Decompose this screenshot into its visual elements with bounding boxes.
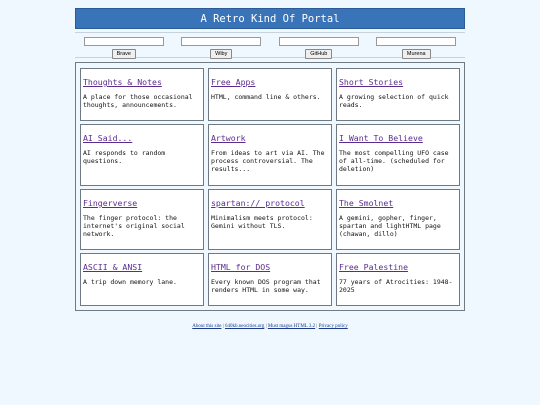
card-title-link[interactable]: ASCII & ANSI xyxy=(83,262,201,272)
card-title-link[interactable]: Fingerverse xyxy=(83,198,201,208)
card-title-link[interactable]: I Want To Believe xyxy=(339,133,457,143)
search-github: GitHub xyxy=(278,33,359,59)
card-title-link[interactable]: Short Stories xyxy=(339,77,457,87)
card-title-link[interactable]: Thoughts & Notes xyxy=(83,77,201,87)
card-description: The most compelling UFO case of all-time… xyxy=(339,149,449,174)
card-title-link[interactable]: spartan:// protocol xyxy=(211,198,329,208)
card-description: A place for those occasional thoughts, a… xyxy=(83,93,193,110)
card-description: Every known DOS program that renders HTM… xyxy=(211,278,321,295)
card-fingerverse: Fingerverse The finger protocol: the int… xyxy=(80,189,204,250)
page-footer: About this site | 640kb.neocities.org | … xyxy=(0,324,540,329)
card-title-link[interactable]: HTML for DOS xyxy=(211,262,329,272)
search-bar-row: Brave Wiby GitHub Murena xyxy=(75,32,465,59)
footer-separator: | xyxy=(265,324,267,329)
murena-search-button[interactable]: Murena xyxy=(401,49,431,59)
card-title-link[interactable]: Artwork xyxy=(211,133,329,143)
card-html-for-dos: HTML for DOS Every known DOS program tha… xyxy=(208,253,332,306)
search-murena: Murena xyxy=(376,33,457,59)
card-title-link[interactable]: Free Palestine xyxy=(339,262,457,272)
wiby-search-input[interactable] xyxy=(181,37,262,46)
card-the-smolnet: The Smolnet A gemini, gopher, finger, sp… xyxy=(336,189,460,250)
card-description: The finger protocol: the internet's orig… xyxy=(83,214,185,239)
site-title: A Retro Kind Of Portal xyxy=(200,12,340,25)
github-search-button[interactable]: GitHub xyxy=(305,49,333,59)
card-description: A trip down memory lane. xyxy=(83,278,177,286)
card-title-link[interactable]: The Smolnet xyxy=(339,198,457,208)
footer-separator: | xyxy=(316,324,318,329)
brave-search-input[interactable] xyxy=(83,37,164,46)
card-free-apps: Free Apps HTML, command line & others. xyxy=(208,68,332,121)
footer-separator: | xyxy=(222,324,224,329)
portal-grid: Thoughts & Notes A place for those occas… xyxy=(75,62,465,311)
card-description: HTML, command line & others. xyxy=(211,93,321,101)
card-thoughts-notes: Thoughts & Notes A place for those occas… xyxy=(80,68,204,121)
card-description: AI responds to random questions. xyxy=(83,149,166,166)
footer-link-privacy[interactable]: Privacy policy xyxy=(319,324,348,329)
github-search-input[interactable] xyxy=(278,37,359,46)
footer-link-html32[interactable]: Must magus HTML 3.2 xyxy=(268,324,315,329)
murena-search-input[interactable] xyxy=(376,37,457,46)
wiby-search-button[interactable]: Wiby xyxy=(210,49,233,59)
card-i-want-to-believe: I Want To Believe The most compelling UF… xyxy=(336,124,460,186)
card-description: From ideas to art via AI. The process co… xyxy=(211,149,325,174)
card-ascii-ansi: ASCII & ANSI A trip down memory lane. xyxy=(80,253,204,306)
card-title-link[interactable]: AI Said... xyxy=(83,133,201,143)
card-description: Minimalism meets protocol: Gemini withou… xyxy=(211,214,313,231)
card-description: A growing selection of quick reads. xyxy=(339,93,449,110)
card-free-palestine: Free Palestine 77 years of Atrocities: 1… xyxy=(336,253,460,306)
footer-link-about[interactable]: About this site xyxy=(192,324,221,329)
card-title-link[interactable]: Free Apps xyxy=(211,77,329,87)
search-wiby: Wiby xyxy=(181,33,262,59)
card-short-stories: Short Stories A growing selection of qui… xyxy=(336,68,460,121)
card-spartan-protocol: spartan:// protocol Minimalism meets pro… xyxy=(208,189,332,250)
card-description: A gemini, gopher, finger, spartan and li… xyxy=(339,214,441,239)
brave-search-button[interactable]: Brave xyxy=(111,49,136,59)
card-ai-said: AI Said... AI responds to random questio… xyxy=(80,124,204,186)
site-header: A Retro Kind Of Portal xyxy=(75,8,465,29)
card-artwork: Artwork From ideas to art via AI. The pr… xyxy=(208,124,332,186)
search-brave: Brave xyxy=(83,33,164,59)
footer-link-domain[interactable]: 640kb.neocities.org xyxy=(225,324,264,329)
card-description: 77 years of Atrocities: 1948-2025 xyxy=(339,278,453,295)
